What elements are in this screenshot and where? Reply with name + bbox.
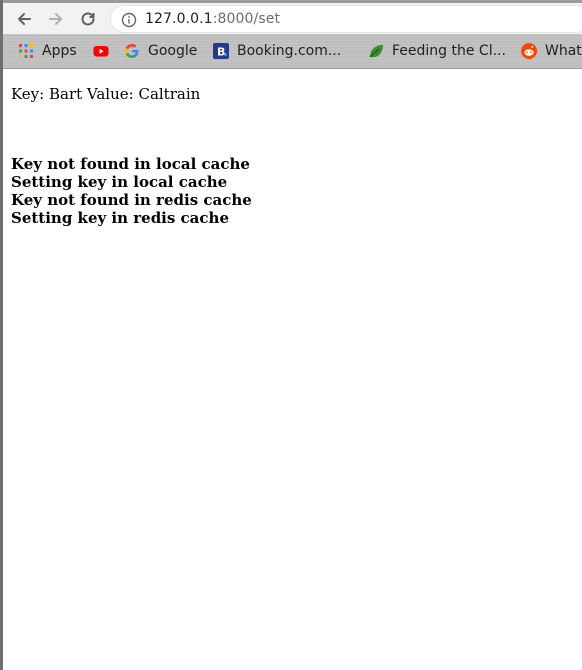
bookmarks-bar: Apps Google B Booking.com... Feeding the… — [3, 34, 582, 69]
bookmark-feeding[interactable]: Feeding the Cl... — [368, 40, 506, 62]
message-line: Setting key in redis cache — [11, 209, 229, 227]
message-line: Setting key in local cache — [11, 173, 228, 191]
forward-button[interactable] — [43, 6, 69, 32]
page-content: Key: Bart Value: Caltrain — [11, 85, 200, 103]
cache-messages: Key not found in local cache Setting key… — [11, 155, 252, 227]
url-host: 127.0.0.1 — [145, 11, 213, 27]
youtube-icon — [93, 46, 109, 57]
back-arrow-icon — [18, 13, 31, 25]
reload-button[interactable] — [75, 6, 101, 32]
key-value-line: Key: Bart Value: Caltrain — [11, 85, 201, 103]
browser-toolbar: 127.0.0.1:8000/set — [3, 0, 582, 34]
leaf-icon — [369, 45, 383, 58]
bookmark-booking[interactable]: B Booking.com... — [213, 40, 341, 62]
bookmark-apps[interactable]: Apps — [18, 40, 77, 62]
back-button[interactable] — [11, 6, 37, 32]
booking-icon: B — [213, 43, 229, 59]
url-text[interactable]: 127.0.0.1:8000/set — [145, 11, 280, 27]
bookmark-youtube[interactable] — [93, 40, 117, 62]
address-bar[interactable]: 127.0.0.1:8000/set — [110, 5, 582, 33]
bookmark-google[interactable]: Google — [124, 40, 197, 62]
google-icon — [125, 44, 139, 58]
url-path: :8000/set — [212, 11, 281, 27]
bookmark-label: Apps — [42, 43, 77, 59]
bookmark-label: What — [545, 43, 582, 59]
svg-text:B: B — [217, 46, 225, 59]
message-line: Key not found in redis cache — [11, 191, 252, 209]
apps-grid-icon — [19, 44, 33, 58]
reload-icon — [81, 12, 95, 26]
forward-arrow-icon — [49, 13, 62, 25]
reddit-icon — [521, 43, 537, 59]
bookmark-reddit[interactable]: What — [521, 40, 582, 62]
bookmark-label: Booking.com... — [237, 43, 342, 59]
info-icon[interactable] — [121, 12, 137, 28]
bookmark-label: Feeding the Cl... — [392, 43, 506, 59]
bookmark-label: Google — [148, 43, 198, 59]
message-line: Key not found in local cache — [11, 155, 250, 173]
window-edge — [0, 0, 3, 670]
